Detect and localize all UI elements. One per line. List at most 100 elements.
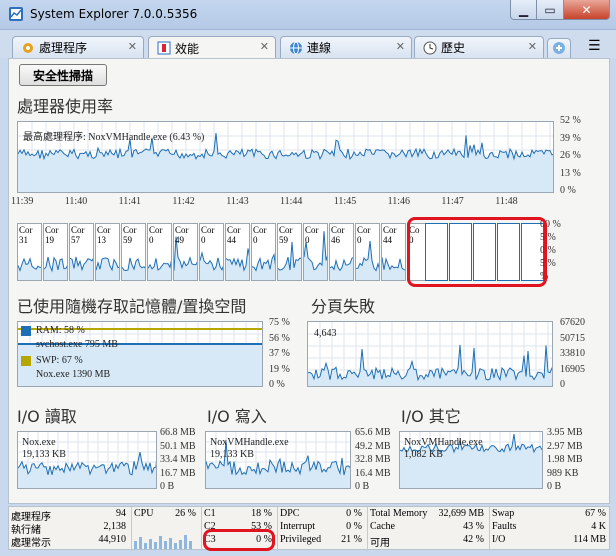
status-swap: Swap 67 % Faults 4 K I/O 114 MB [489, 507, 609, 551]
core-graph: Cor 19 [43, 223, 68, 281]
core-label: Cor 49 [175, 225, 189, 245]
io-other-heading: I/O 其它 [401, 407, 461, 426]
tab-label: 連線 [307, 41, 332, 55]
core-label: Cor 59 [123, 225, 137, 245]
stat-value: 94 [116, 508, 126, 519]
axis-tick-label: 49.2 MB [355, 440, 391, 452]
axis-tick-label: 33810 [560, 348, 585, 359]
tab-processes[interactable]: 處理程序 ✕ [12, 36, 144, 58]
gear-icon [21, 41, 35, 55]
performance-page: 安全性掃描 處理器使用率 最高處理程序: NoxVMHandle.exe (6.… [8, 58, 610, 504]
stat-value: 0 % [346, 521, 362, 532]
close-icon[interactable]: ✕ [528, 40, 537, 53]
time-tick-label: 11:48 [495, 196, 518, 207]
close-icon[interactable]: ✕ [260, 40, 269, 53]
axis-tick-label: 32.8 MB [355, 454, 391, 465]
stat-value: 26 % [175, 508, 196, 519]
io-read-graph: Nox.exe 19,133 KB [17, 431, 157, 489]
axis-tick-label: 52 % [560, 115, 581, 126]
close-icon[interactable]: ✕ [396, 40, 405, 53]
security-scan-button[interactable]: 安全性掃描 [19, 64, 107, 86]
hamburger-menu-icon[interactable]: ☰ [588, 38, 604, 54]
new-tab-button[interactable] [547, 38, 571, 58]
stat-label: CPU [134, 508, 154, 519]
axis-tick-label: 37 % [269, 348, 290, 359]
axis-tick-label: 13 % [560, 167, 581, 179]
core-graph: Cor 44 [225, 223, 250, 281]
core-label: Cor 19 [45, 225, 59, 245]
ram-process: svchost.exe 795 MB [36, 339, 118, 350]
axis-tick-label: 2.97 MB [547, 440, 583, 452]
plus-icon [553, 42, 565, 54]
time-tick-label: 11:41 [118, 196, 142, 207]
time-tick-label: 11:44 [280, 196, 303, 207]
tab-history[interactable]: 歷史 ✕ [414, 36, 544, 58]
core-label: Cor 31 [19, 225, 33, 245]
cpu-heading: 處理器使用率 [17, 97, 114, 116]
io-read-value: 19,133 KB [22, 449, 66, 460]
core-label: Cor 0 [305, 225, 319, 245]
axis-tick-label: 0 B [160, 481, 175, 492]
core-label: Cor 0 [149, 225, 163, 245]
title-bar: System Explorer 7.0.0.5356 ▁ ▭ ✕ [0, 0, 616, 30]
status-bar: 處理程序 94 執行緒 2,138 處理常示 44,910 CPU 26 % C1 18 … [8, 506, 610, 551]
time-tick-label: 11:46 [387, 196, 411, 207]
core-graph: Cor 0 [147, 223, 172, 281]
axis-tick-label: 75 % [269, 317, 290, 328]
io-other-value: 1,082 KB [404, 449, 443, 460]
stat-label: Total Memory [370, 508, 428, 519]
axis-tick-label: 0 % [560, 185, 576, 196]
stat-value: 4 K [591, 521, 606, 532]
stat-label: Cache [370, 521, 395, 532]
io-write-value: 19,133 KB [210, 449, 254, 460]
minimize-button[interactable]: ▁ [510, 0, 537, 20]
stat-label: 可用 [370, 538, 390, 549]
stat-label: Faults [492, 521, 517, 532]
core-label: Cor 13 [97, 225, 111, 245]
axis-tick-label: 0 B [355, 481, 370, 492]
stat-value: 32,699 MB [438, 508, 484, 519]
stat-value: 44,910 [98, 534, 127, 545]
core-label: Cor 44 [383, 225, 397, 245]
swap-process: Nox.exe 1390 MB [36, 369, 111, 380]
stat-label: Privileged [280, 534, 322, 545]
core-label: Cor 44 [227, 225, 241, 245]
axis-tick-label: 39 % [560, 132, 581, 144]
axis-tick-label: 0 B [547, 481, 562, 492]
io-write-graph: NoxVMHandle.exe 19,133 KB [205, 431, 351, 489]
tab-performance[interactable]: 效能 ✕ [148, 36, 276, 59]
axis-tick-label: 16.4 MB [355, 467, 391, 479]
close-icon[interactable]: ✕ [128, 40, 137, 53]
close-button[interactable]: ✕ [564, 0, 610, 20]
time-tick-label: 11:47 [441, 196, 464, 207]
cpu-graph: 最高處理程序: NoxVMHandle.exe (6.43 %) [17, 121, 554, 193]
pagefaults-plot [308, 322, 552, 386]
axis-tick-label: 1.98 MB [547, 454, 583, 465]
stat-value: 2,138 [103, 521, 127, 532]
core-label: Cor 59 [279, 225, 293, 245]
stat-label: Interrupt [280, 521, 315, 532]
time-tick-label: 11:39 [11, 196, 34, 207]
time-tick-label: 11:43 [226, 196, 249, 207]
app-icon [9, 7, 23, 21]
status-process-summary: 處理程序 94 執行緒 2,138 處理常示 44,910 [9, 507, 129, 551]
core-graph: Cor 59 [121, 223, 146, 281]
stat-label: I/O [492, 534, 506, 545]
ram-swatch [21, 326, 31, 336]
pagefaults-graph: 4,643 [307, 321, 553, 387]
axis-tick-label: 65.6 MB [355, 427, 391, 438]
axis-tick-label: 33.4 MB [160, 454, 196, 465]
tab-connections[interactable]: 連線 ✕ [280, 36, 412, 58]
io-write-heading: I/O 寫入 [207, 407, 267, 426]
axis-tick-label: 16905 [560, 363, 585, 375]
maximize-button[interactable]: ▭ [537, 0, 564, 20]
window-title: System Explorer 7.0.0.5356 [30, 7, 198, 21]
axis-tick-label: 0 [560, 379, 565, 390]
axis-tick-label: 19 % [269, 363, 290, 375]
memory-heading: 已使用隨機存取記憶體/置換空間 [17, 297, 247, 316]
top-process-label: 最高處理程序: NoxVMHandle.exe (6.43 %) [23, 132, 205, 143]
core-graph: Cor 46 [329, 223, 354, 281]
core-graph: Cor 44 [381, 223, 406, 281]
stat-value: 42 % [463, 534, 484, 545]
axis-tick-label: 989 KB [547, 467, 579, 479]
